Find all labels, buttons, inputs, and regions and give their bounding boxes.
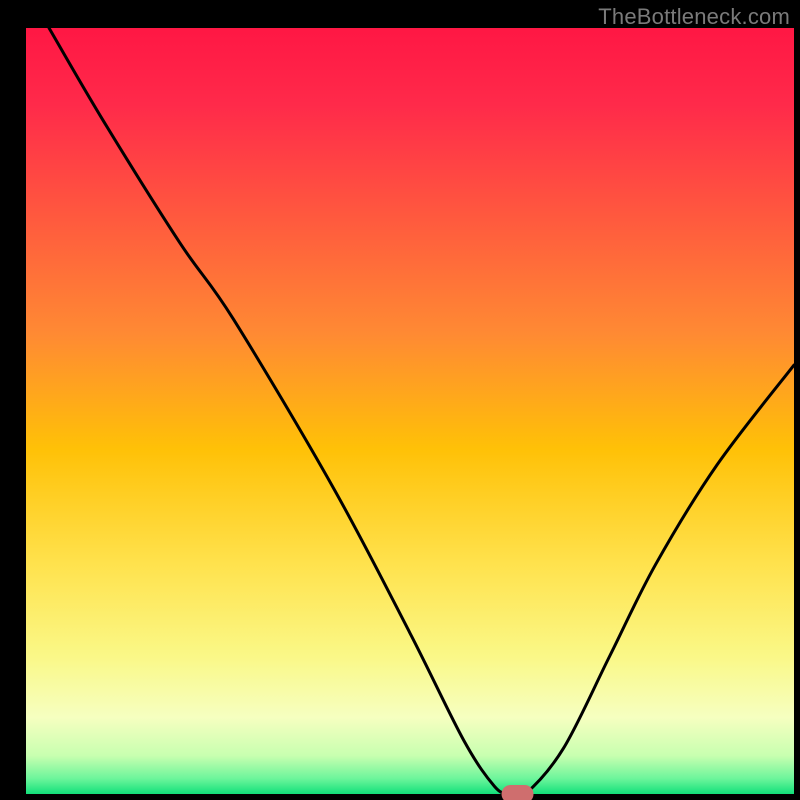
watermark: TheBottleneck.com (598, 4, 790, 30)
chart-svg (0, 0, 800, 800)
chart-gradient-bg (26, 28, 794, 794)
bottleneck-chart: TheBottleneck.com (0, 0, 800, 800)
bottleneck-marker (502, 785, 534, 800)
